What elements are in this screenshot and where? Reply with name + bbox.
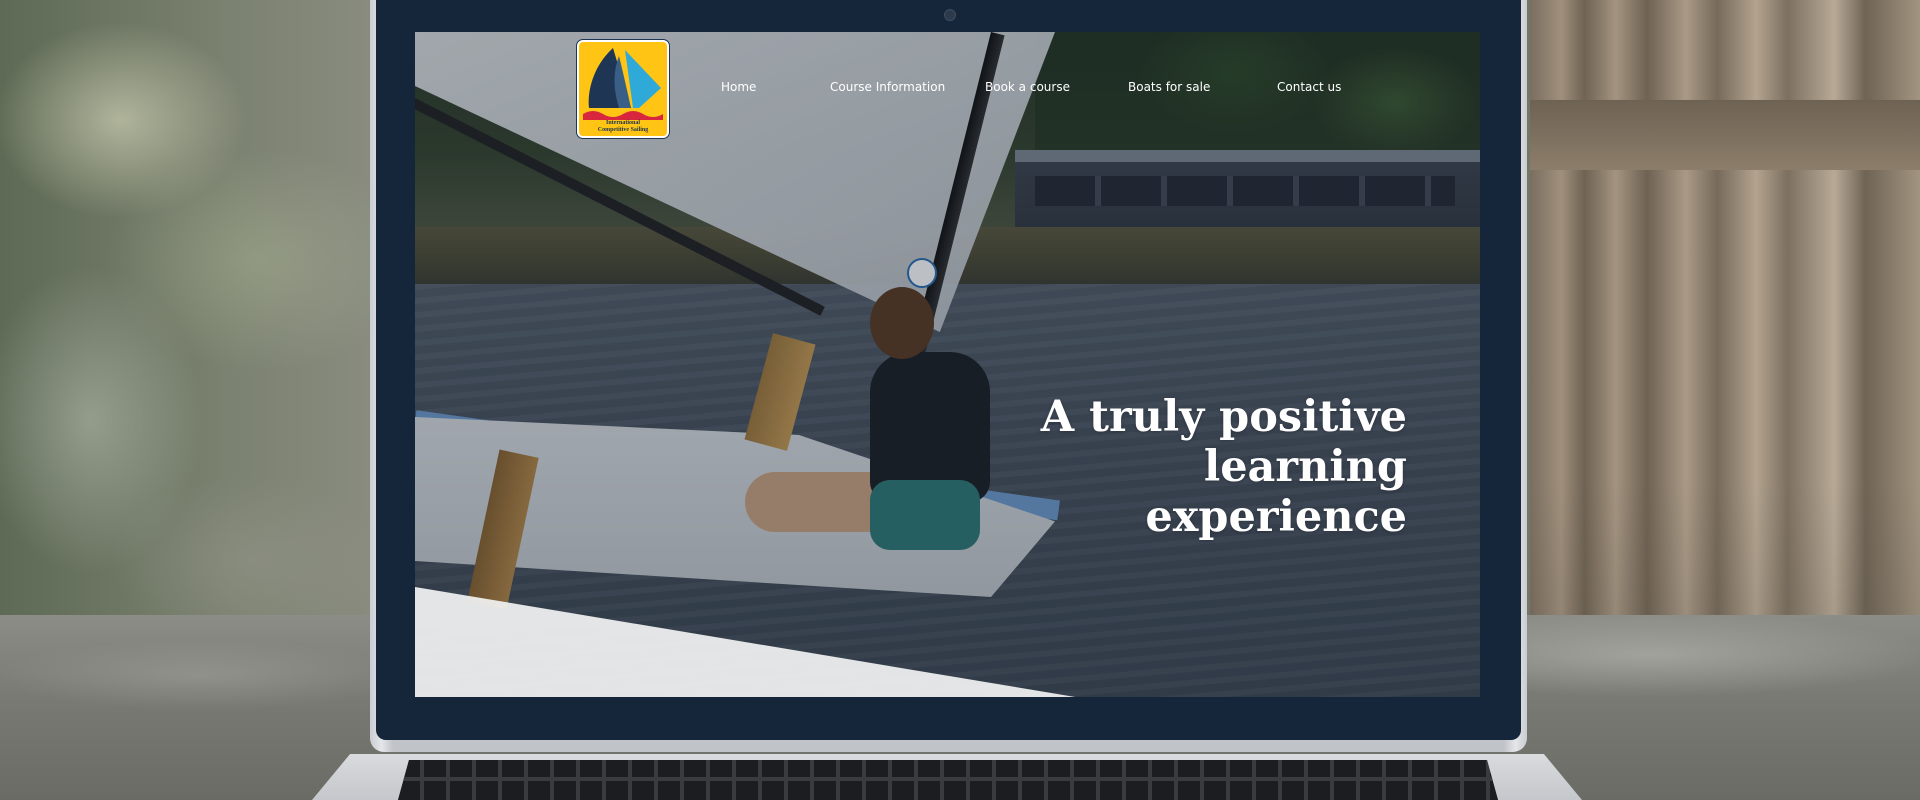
nav-contact-us[interactable]: Contact us <box>1277 80 1341 94</box>
hero-headline: A truly positive learning experience <box>947 392 1407 542</box>
nav-boats-for-sale[interactable]: Boats for sale <box>1128 80 1210 94</box>
website-screen: International Competitive Sailing Home C… <box>415 32 1480 697</box>
nav-book-a-course[interactable]: Book a course <box>985 80 1070 94</box>
main-navigation: Home Course Information Book a course Bo… <box>415 80 1480 100</box>
hero-overlay <box>415 32 1480 697</box>
hero-headline-line-3: experience <box>1145 492 1407 542</box>
logo-line-2: Competitive Sailing <box>597 126 649 133</box>
hero-headline-line-1: A truly positive <box>1040 392 1407 442</box>
keyboard <box>398 760 1498 800</box>
nav-home[interactable]: Home <box>721 80 756 94</box>
camera-icon <box>944 9 956 21</box>
hero-headline-line-2: learning <box>1203 442 1407 492</box>
nav-course-information[interactable]: Course Information <box>830 80 945 94</box>
logo-text: International Competitive Sailing <box>579 120 667 133</box>
